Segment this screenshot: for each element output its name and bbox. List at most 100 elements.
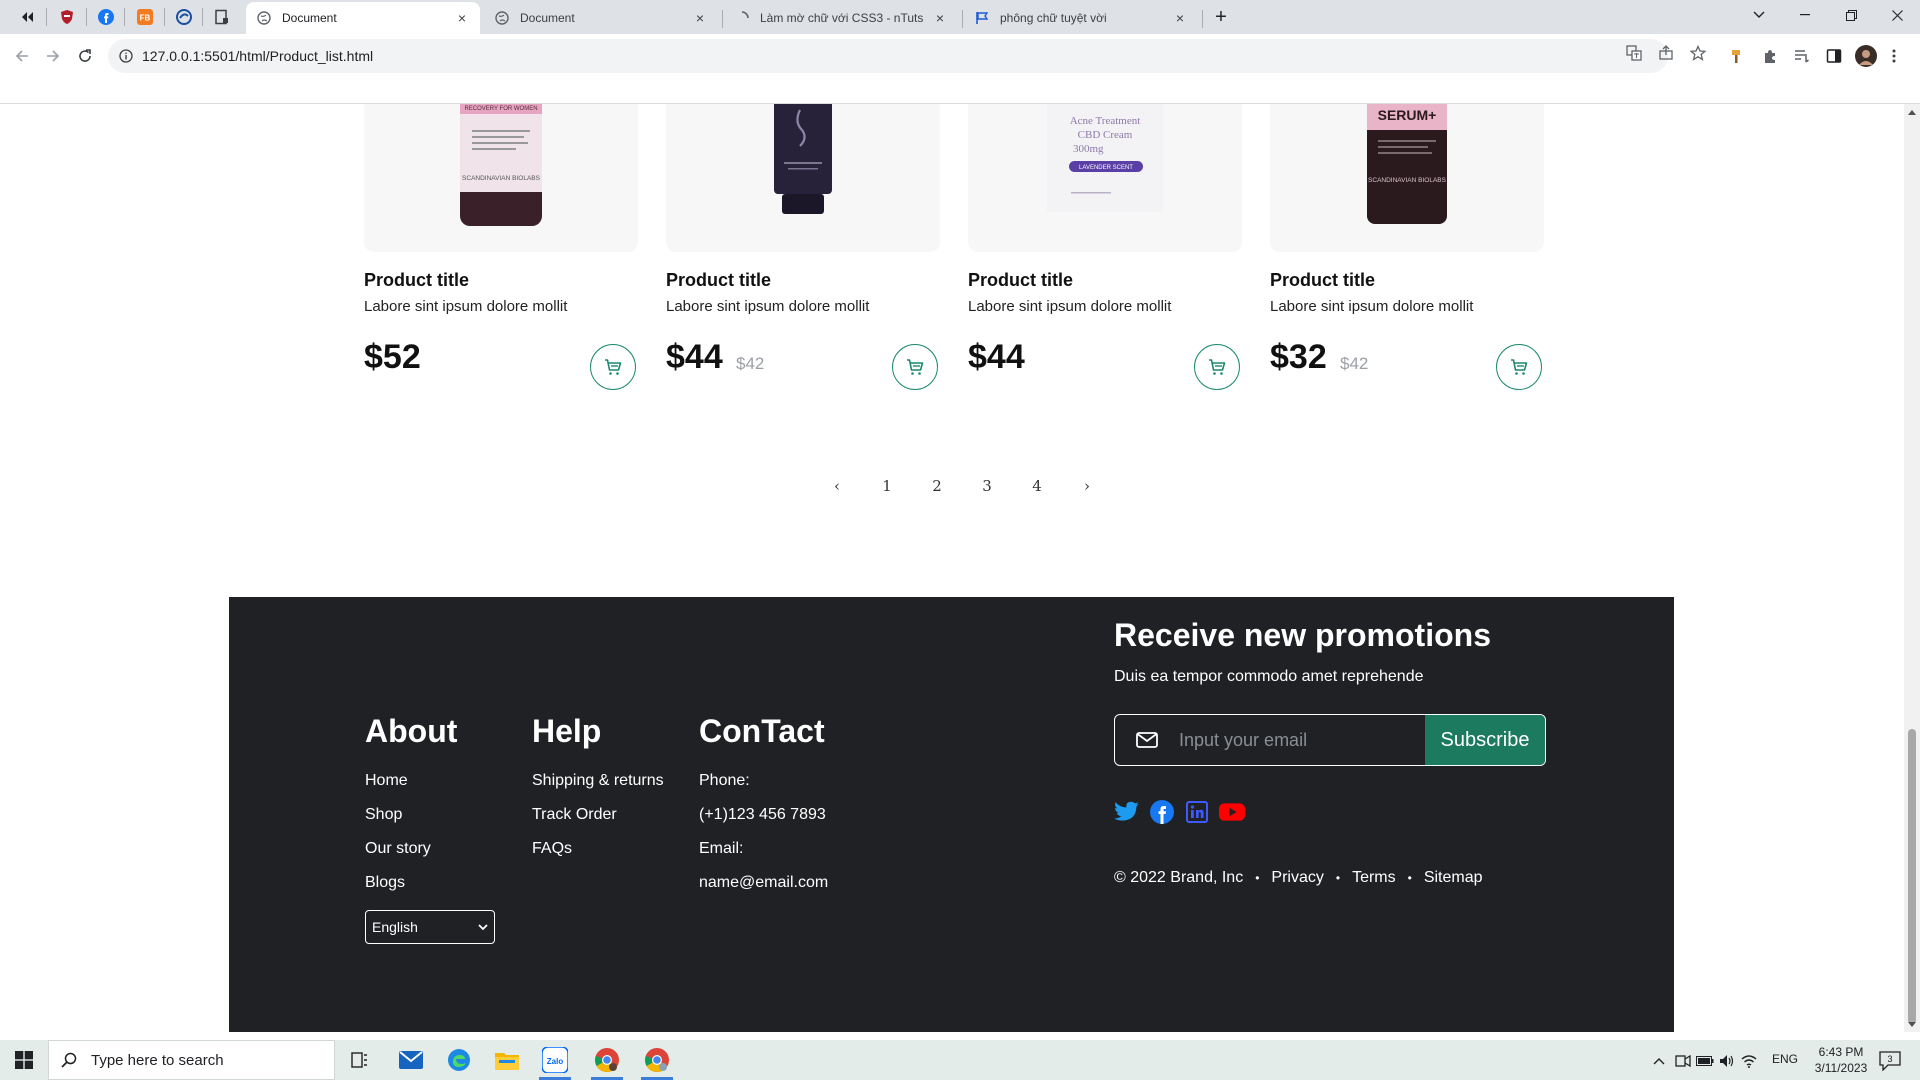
tab-close-icon[interactable]: × <box>692 10 708 26</box>
chrome-app-icon[interactable] <box>633 1040 681 1080</box>
input-language-indicator[interactable]: ENG <box>1772 1052 1798 1066</box>
product-card[interactable]: Product title Labore sint ipsum dolore m… <box>666 104 940 394</box>
notification-center-icon[interactable]: 3 <box>1878 1050 1902 1072</box>
product-title[interactable]: Product title <box>666 270 771 291</box>
footer-link-shop[interactable]: Shop <box>365 798 457 832</box>
pagination-next-button[interactable]: › <box>1062 472 1112 500</box>
shield-extension-icon[interactable] <box>56 6 78 28</box>
tab-document[interactable]: Document × <box>484 2 718 34</box>
battery-icon[interactable] <box>1696 1052 1714 1070</box>
reading-list-icon[interactable] <box>1788 42 1816 70</box>
file-explorer-icon[interactable] <box>483 1040 531 1080</box>
footer-link-our-story[interactable]: Our story <box>365 832 457 866</box>
facebook-icon[interactable] <box>95 6 117 28</box>
document-extension-icon[interactable] <box>211 6 233 28</box>
footer-link-track-order[interactable]: Track Order <box>532 798 664 832</box>
sitemap-link[interactable]: Sitemap <box>1424 869 1483 887</box>
page-scrollbar[interactable] <box>1904 104 1920 1032</box>
footer-link-home[interactable]: Home <box>365 764 457 798</box>
task-view-icon[interactable] <box>336 1040 384 1080</box>
new-tab-button[interactable]: + <box>1210 6 1232 28</box>
bookmark-star-icon[interactable] <box>1688 43 1708 63</box>
tray-overflow-chevron-icon[interactable] <box>1650 1052 1668 1070</box>
product-card[interactable]: Acne Treatment CBD Cream 300mg LAVENDER … <box>968 104 1242 394</box>
forward-icon[interactable] <box>39 42 67 70</box>
reload-icon[interactable] <box>71 42 99 70</box>
email-input[interactable]: Input your email <box>1179 715 1425 765</box>
chrome-app-icon[interactable] <box>583 1040 631 1080</box>
more-menu-icon[interactable] <box>1884 42 1904 70</box>
tab-separator <box>722 10 723 28</box>
pagination-page-3[interactable]: 3 <box>962 472 1012 500</box>
tab-separator <box>46 8 47 26</box>
scroll-up-icon[interactable] <box>1908 108 1916 116</box>
add-to-cart-button[interactable] <box>590 344 636 390</box>
media-back-icon[interactable] <box>16 6 38 28</box>
zalo-app-icon[interactable]: Zalo <box>531 1040 579 1080</box>
restore-icon[interactable] <box>1828 0 1874 30</box>
tab-font-awesome[interactable]: phông chữ tuyệt vời × <box>964 2 1198 34</box>
privacy-link[interactable]: Privacy <box>1271 869 1323 887</box>
footer-link-blogs[interactable]: Blogs <box>365 866 457 900</box>
pagination-page-2[interactable]: 2 <box>912 472 962 500</box>
product-image: Acne Treatment CBD Cream 300mg LAVENDER … <box>968 104 1242 252</box>
system-clock[interactable]: 6:43 PM 3/11/2023 <box>1806 1044 1876 1076</box>
tab-close-icon[interactable]: × <box>454 10 470 26</box>
footer-link-faqs[interactable]: FAQs <box>532 832 664 866</box>
minimize-icon[interactable] <box>1782 0 1828 30</box>
product-card[interactable]: SERUM+ SCANDINAVIAN BIOLABS Product titl… <box>1270 104 1544 394</box>
extension-hammer-icon[interactable] <box>1724 42 1752 70</box>
pagination-prev-button[interactable]: ‹ <box>812 472 862 500</box>
edge-browser-icon[interactable] <box>435 1040 483 1080</box>
wifi-icon[interactable] <box>1740 1052 1758 1070</box>
cart-icon <box>1511 359 1528 375</box>
product-title[interactable]: Product title <box>1270 270 1375 291</box>
back-icon[interactable] <box>8 42 36 70</box>
youtube-icon[interactable] <box>1219 799 1245 825</box>
serum-bottle-image: RECOVERY FOR WOMEN SCANDINAVIAN BIOLABS <box>460 104 542 226</box>
scroll-down-icon[interactable] <box>1908 1020 1916 1028</box>
add-to-cart-button[interactable] <box>1496 344 1542 390</box>
tab-separator <box>202 8 203 26</box>
tab-label: Làm mờ chữ với CSS3 - nTuts <box>760 11 924 25</box>
share-icon[interactable] <box>1656 43 1676 63</box>
windows-logo-icon <box>15 1051 33 1069</box>
pagination: ‹ 1 2 3 4 › <box>812 472 1112 500</box>
profile-avatar[interactable] <box>1852 42 1880 70</box>
product-card[interactable]: RECOVERY FOR WOMEN SCANDINAVIAN BIOLABS … <box>364 104 638 394</box>
volume-icon[interactable] <box>1718 1052 1736 1070</box>
tab-close-icon[interactable]: × <box>932 10 948 26</box>
language-select[interactable]: English <box>365 910 495 944</box>
terms-link[interactable]: Terms <box>1352 869 1396 887</box>
side-panel-icon[interactable] <box>1820 42 1848 70</box>
linkedin-icon[interactable] <box>1184 799 1210 825</box>
windows-taskbar: Type here to search Zalo ENG 6:43 PM 3/1… <box>0 1040 1920 1080</box>
footer-link-shipping[interactable]: Shipping & returns <box>532 764 664 798</box>
site-info-icon[interactable] <box>118 48 134 64</box>
extensions-puzzle-icon[interactable] <box>1756 42 1784 70</box>
add-to-cart-button[interactable] <box>1194 344 1240 390</box>
tab-search-dropdown-icon[interactable] <box>1736 0 1782 30</box>
tab-document-active[interactable]: Document × <box>246 2 480 34</box>
social-links <box>1114 799 1245 825</box>
add-to-cart-button[interactable] <box>892 344 938 390</box>
close-window-icon[interactable] <box>1874 0 1920 30</box>
fb-tool-icon[interactable]: FB <box>134 6 156 28</box>
address-bar[interactable]: 127.0.0.1:5501/html/Product_list.html <box>108 39 1668 73</box>
pagination-page-4[interactable]: 4 <box>1012 472 1062 500</box>
mail-app-icon[interactable] <box>387 1040 435 1080</box>
tab-close-icon[interactable]: × <box>1172 10 1188 26</box>
taskbar-search-box[interactable]: Type here to search <box>48 1040 335 1080</box>
product-title[interactable]: Product title <box>968 270 1073 291</box>
pagination-page-1[interactable]: 1 <box>862 472 912 500</box>
product-title[interactable]: Product title <box>364 270 469 291</box>
twitter-icon[interactable] <box>1114 799 1140 825</box>
browser-extension-icon[interactable] <box>173 6 195 28</box>
meet-now-icon[interactable] <box>1674 1052 1692 1070</box>
tab-css3-ntuts[interactable]: Làm mờ chữ với CSS3 - nTuts × <box>724 2 958 34</box>
facebook-icon[interactable] <box>1149 799 1175 825</box>
subscribe-button[interactable]: Subscribe <box>1425 715 1545 765</box>
start-button[interactable] <box>0 1040 48 1080</box>
scrollbar-thumb[interactable] <box>1908 729 1916 1024</box>
translate-icon[interactable] <box>1624 43 1644 63</box>
